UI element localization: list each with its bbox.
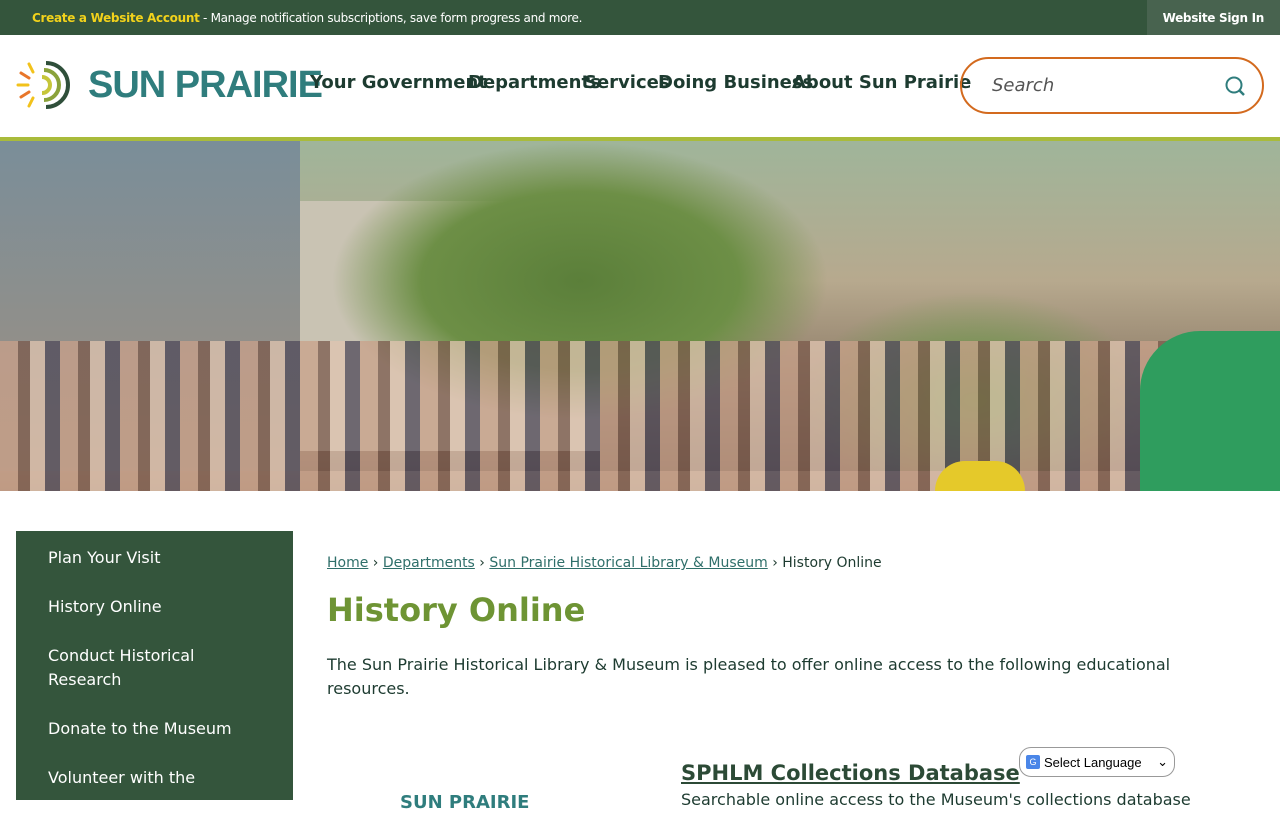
- breadcrumb-current: History Online: [782, 555, 882, 571]
- nav-departments[interactable]: Departments: [468, 72, 601, 93]
- account-message: Create a Website Account - Manage notifi…: [32, 11, 582, 25]
- nav-about-sun-prairie[interactable]: About Sun Prairie: [792, 72, 971, 93]
- google-translate-icon: G: [1026, 755, 1040, 769]
- chevron-down-icon: ⌄: [1157, 754, 1168, 769]
- breadcrumb-home[interactable]: Home: [327, 555, 368, 571]
- main-content: Home › Departments › Sun Prairie Histori…: [327, 555, 1227, 701]
- top-bar: Create a Website Account - Manage notifi…: [0, 0, 1280, 35]
- nav-your-government[interactable]: Your Government: [310, 72, 487, 93]
- sidebar-item-plan-your-visit[interactable]: Plan Your Visit: [16, 536, 293, 585]
- hero-image: [0, 141, 1280, 491]
- sidebar-item-conduct-research[interactable]: Conduct Historical Research: [16, 634, 293, 707]
- language-select-value: Select Language: [1044, 754, 1142, 770]
- search-input[interactable]: [992, 75, 1212, 96]
- nav-doing-business[interactable]: Doing Business: [658, 72, 813, 93]
- logo-text: SUN PRAIRIE: [88, 63, 323, 106]
- sidebar-item-history-online[interactable]: History Online: [16, 585, 293, 634]
- language-select[interactable]: G Select Language ⌄: [1019, 747, 1175, 777]
- sidebar-item-donate[interactable]: Donate to the Museum: [16, 707, 293, 756]
- sidebar-item-volunteer[interactable]: Volunteer with the: [16, 756, 293, 805]
- create-account-link[interactable]: Create a Website Account: [32, 11, 200, 25]
- page-title: History Online: [327, 591, 586, 629]
- collections-thumbnail[interactable]: SUN PRAIRIE: [400, 792, 529, 813]
- site-logo[interactable]: SUN PRAIRIE: [16, 57, 323, 113]
- collections-database-link[interactable]: SPHLM Collections Database: [681, 761, 1020, 785]
- sun-logo-icon: [16, 61, 70, 109]
- account-message-text: - Manage notification subscriptions, sav…: [199, 10, 583, 25]
- breadcrumb-museum[interactable]: Sun Prairie Historical Library & Museum: [489, 555, 767, 571]
- site-header: SUN PRAIRIE Your Government Departments …: [0, 35, 1280, 141]
- search-icon[interactable]: [1224, 75, 1246, 97]
- search-box: [960, 57, 1264, 114]
- nav-services[interactable]: Services: [584, 72, 670, 93]
- breadcrumb-departments[interactable]: Departments: [383, 555, 475, 571]
- breadcrumb: Home › Departments › Sun Prairie Histori…: [327, 555, 882, 571]
- sidebar-nav: Plan Your Visit History Online Conduct H…: [16, 531, 293, 800]
- website-sign-in-button[interactable]: Website Sign In: [1146, 0, 1280, 35]
- intro-text: The Sun Prairie Historical Library & Mus…: [327, 655, 1171, 698]
